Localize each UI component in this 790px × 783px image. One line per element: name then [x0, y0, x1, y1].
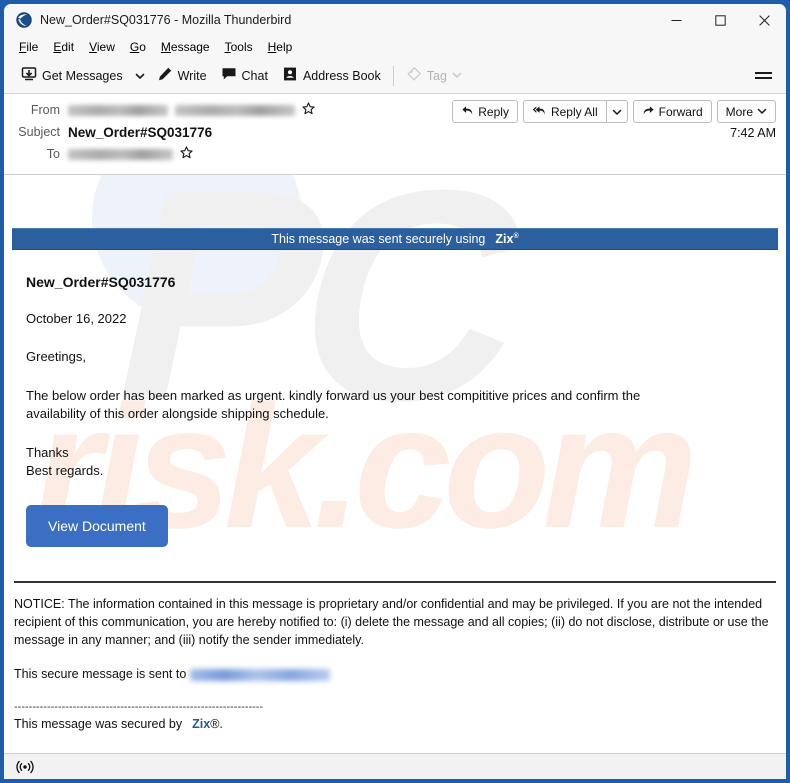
secured-by-line: This message was secured by Zix®.	[14, 717, 776, 731]
address-book-icon	[282, 66, 298, 85]
email-body: New_Order#SQ031776 October 16, 2022 Gree…	[4, 274, 786, 547]
reply-all-arrow-icon	[532, 104, 547, 120]
email-subject-heading: New_Order#SQ031776	[26, 274, 176, 290]
forward-label: Forward	[658, 104, 703, 119]
menu-tools[interactable]: Tools	[218, 38, 260, 56]
email-paragraph-line: availability of this order alongside shi…	[26, 406, 329, 422]
email-greeting: Greetings,	[26, 349, 86, 365]
menu-message[interactable]: Message	[154, 38, 217, 56]
secure-recipient-redacted	[189, 668, 330, 681]
broadcast-icon[interactable]	[11, 758, 39, 776]
get-messages-label: Get Messages	[42, 68, 123, 83]
menu-file[interactable]: File	[12, 38, 45, 56]
email-signoff-line: Best regards.	[26, 463, 104, 479]
zix-banner-brand: Zix®	[495, 232, 519, 246]
star-icon[interactable]	[302, 102, 315, 118]
message-time: 7:42 AM	[730, 126, 776, 140]
write-button[interactable]: Write	[150, 62, 214, 89]
chat-button[interactable]: Chat	[214, 62, 275, 89]
tag-icon	[406, 66, 422, 85]
zix-banner-text: This message was sent securely using	[271, 232, 486, 246]
hamburger-line	[755, 77, 772, 79]
from-value	[68, 102, 315, 118]
header-row-to: To	[14, 144, 776, 164]
email-paragraph: The below order has been marked as urgen…	[26, 387, 746, 424]
menu-edit[interactable]: Edit	[46, 38, 81, 56]
write-label: Write	[177, 68, 207, 83]
pencil-icon	[157, 66, 173, 85]
reply-all-label: Reply All	[550, 104, 598, 119]
app-menu-icon[interactable]	[747, 64, 780, 87]
email-paragraph-line: The below order has been marked as urgen…	[26, 387, 641, 403]
thunderbird-icon	[16, 12, 32, 28]
forward-button[interactable]: Forward	[632, 100, 712, 123]
header-row-subject: Subject New_Order#SQ031776	[14, 122, 776, 142]
menu-bar: File Edit View Go Message Tools Help	[4, 36, 786, 58]
address-book-button[interactable]: Address Book	[275, 62, 388, 89]
tag-button[interactable]: Tag	[399, 62, 469, 89]
menu-view[interactable]: View	[82, 38, 122, 56]
minimize-icon[interactable]	[654, 4, 698, 36]
thunderbird-window: New_Order#SQ031776 - Mozilla Thunderbird…	[0, 0, 790, 783]
forward-arrow-icon	[642, 104, 655, 120]
main-toolbar: Get Messages Write Chat Address Book Tag	[4, 58, 786, 94]
reply-all-dropdown[interactable]	[605, 100, 628, 123]
window-title: New_Order#SQ031776 - Mozilla Thunderbird	[40, 13, 292, 27]
tag-label: Tag	[426, 68, 447, 83]
more-button[interactable]: More	[716, 100, 776, 123]
reply-all-split: Reply All	[522, 100, 628, 123]
to-value	[68, 146, 193, 162]
chevron-down-icon	[452, 69, 462, 83]
chevron-down-icon	[757, 105, 767, 119]
reply-arrow-icon	[461, 104, 474, 120]
reply-label: Reply	[478, 104, 509, 119]
from-label: From	[30, 103, 60, 117]
to-address-redacted	[68, 148, 173, 160]
window-controls	[654, 4, 786, 36]
more-label: More	[725, 104, 753, 119]
from-address-redacted	[68, 104, 168, 116]
get-messages-dropdown[interactable]	[130, 67, 150, 85]
secured-by-suffix: ®.	[210, 717, 223, 732]
message-header: From Subject New_Order#SQ031776 To Reply…	[4, 94, 786, 175]
chat-bubble-icon	[221, 66, 237, 85]
subject-label: Subject	[18, 125, 60, 139]
registered-mark: ®	[513, 232, 519, 240]
star-icon[interactable]	[180, 146, 193, 162]
toolbar-separator	[392, 65, 394, 86]
message-body: PC risk.com This message was sent secure…	[4, 175, 786, 753]
email-signoff-line: Thanks	[26, 444, 69, 460]
reply-button[interactable]: Reply	[452, 100, 518, 123]
zix-secure-banner: This message was sent securely using Zix…	[12, 228, 778, 250]
maximize-icon[interactable]	[698, 4, 742, 36]
email-date: October 16, 2022	[26, 311, 127, 326]
address-book-label: Address Book	[302, 68, 381, 83]
menu-help[interactable]: Help	[261, 38, 300, 56]
menu-go[interactable]: Go	[123, 38, 153, 56]
notice-divider	[14, 580, 776, 583]
from-address-redacted	[175, 104, 295, 116]
secured-by-prefix: This message was secured by	[14, 717, 183, 732]
hamburger-line	[755, 72, 772, 74]
close-icon[interactable]	[742, 4, 786, 36]
get-messages-button[interactable]: Get Messages	[14, 62, 130, 89]
message-actions: Reply Reply All Forward More	[452, 100, 776, 123]
secured-by-brand[interactable]: Zix®.	[192, 717, 223, 731]
view-document-button[interactable]: View Document	[26, 504, 168, 547]
secure-recipient-line: This secure message is sent to	[14, 667, 776, 681]
status-bar	[4, 753, 786, 779]
title-bar: New_Order#SQ031776 - Mozilla Thunderbird	[4, 4, 786, 36]
secure-recipient-prefix: This secure message is sent to	[14, 667, 187, 682]
email-signoff: Thanks Best regards.	[26, 444, 746, 481]
notice-text: NOTICE: The information contained in thi…	[14, 596, 769, 647]
dashed-divider: ----------------------------------------…	[14, 701, 264, 714]
subject-value: New_Order#SQ031776	[68, 124, 213, 140]
chat-label: Chat	[241, 68, 268, 83]
reply-all-button[interactable]: Reply All	[522, 100, 606, 123]
download-inbox-icon	[21, 66, 37, 85]
window-inner: New_Order#SQ031776 - Mozilla Thunderbird…	[4, 4, 786, 779]
message-content: This message was sent securely using Zix…	[4, 175, 786, 753]
to-label: To	[46, 147, 60, 161]
